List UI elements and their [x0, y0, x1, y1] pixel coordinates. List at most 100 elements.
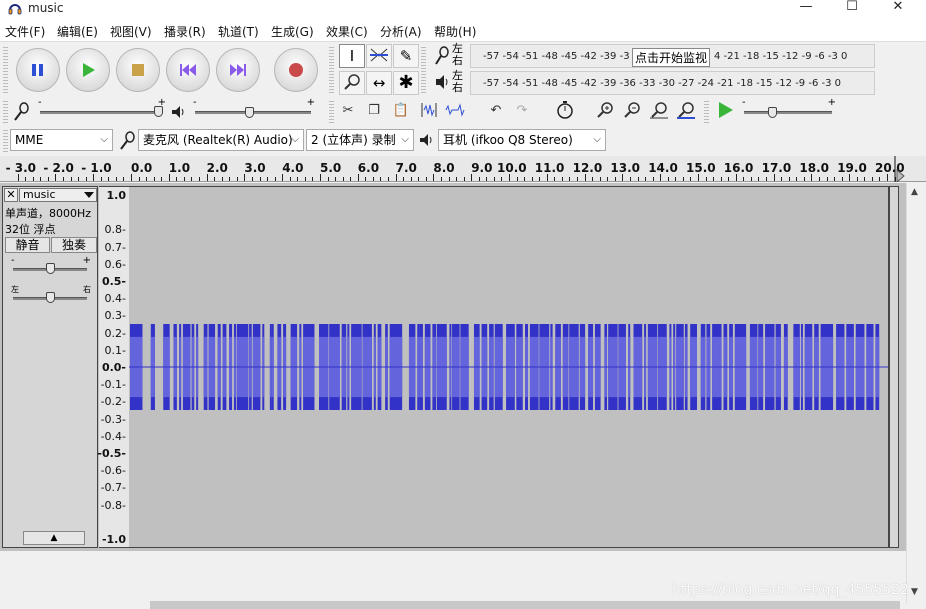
scroll-up-arrow-icon[interactable]: ▲ — [911, 187, 918, 197]
solo-button[interactable]: 独奏 — [51, 237, 97, 253]
menu-analyze[interactable]: 分析(A) — [380, 23, 422, 40]
zoom-out-button[interactable] — [619, 100, 645, 124]
menu-tracks[interactable]: 轨道(T) — [218, 23, 259, 40]
recording-volume-slider[interactable]: - + — [38, 97, 166, 123]
audacity-headphones-icon — [8, 4, 22, 15]
skip-to-end-button[interactable] — [216, 48, 260, 92]
ruler-tick — [206, 174, 208, 181]
slider-thumb[interactable] — [46, 292, 55, 303]
collapse-track-button[interactable]: ▲ — [23, 531, 85, 545]
fit-project-button[interactable] — [673, 100, 699, 124]
horizontal-scrollbar[interactable] — [0, 599, 906, 609]
paste-button[interactable]: 📋 — [388, 100, 414, 124]
selection-tool[interactable]: I — [339, 44, 365, 68]
menu-edit[interactable]: 编辑(E) — [57, 23, 98, 40]
skip-to-start-button[interactable] — [166, 48, 210, 92]
ruler-tick — [781, 177, 783, 181]
record-button[interactable] — [274, 48, 318, 92]
scroll-down-arrow-icon[interactable]: ▼ — [911, 587, 918, 597]
time-shift-tool[interactable]: ↔ — [366, 71, 392, 95]
trim-button[interactable] — [416, 100, 442, 124]
track-close-button[interactable]: ✕ — [4, 188, 18, 202]
track-gain-slider[interactable]: - + — [11, 255, 91, 277]
input-device-select[interactable]: 麦克风 (Realtek(R) Audio) ⌵ — [138, 129, 304, 151]
amplitude-scale-label: -0.3- — [100, 412, 126, 426]
timeline-ruler[interactable]: - 3.0 - 2.0 - 1.0 0.0 1.0 2.0 3.0 4.0 5.0 6.0 7.0 8… — [0, 156, 926, 182]
zoom-tool[interactable] — [339, 71, 365, 95]
track-name-menu[interactable]: music — [19, 188, 97, 202]
pause-button[interactable] — [16, 48, 60, 92]
stop-button[interactable] — [116, 48, 160, 92]
skip-end-icon — [230, 64, 246, 76]
silence-button[interactable] — [442, 100, 468, 124]
ruler-label: 4.0 — [282, 161, 304, 175]
waveform-panel[interactable] — [129, 186, 889, 548]
ruler-tick — [818, 177, 820, 181]
ruler-tick — [471, 174, 473, 181]
slider-thumb[interactable] — [768, 107, 777, 118]
sync-lock-button[interactable] — [552, 100, 578, 124]
menu-view[interactable]: 视图(V) — [110, 23, 152, 40]
vertical-amplitude-scale[interactable]: 1.0 0.8- 0.7- 0.6- 0.5- 0.4- 0.3- 0.2- 0.1- 0.0- -… — [97, 186, 129, 548]
close-button[interactable]: ✕ — [875, 0, 921, 20]
toolbar-grip[interactable] — [421, 45, 426, 95]
record-meter-mic-icon[interactable] — [434, 46, 450, 66]
audio-host-select[interactable]: MME ⌵ — [10, 129, 113, 151]
slider-max-label: + — [827, 97, 836, 108]
play-meter[interactable]: -57 -54 -51 -48 -45 -42 -39 -36 -33 -30 … — [470, 71, 875, 95]
output-device-select[interactable]: 耳机 (ifkoo Q8 Stereo) ⌵ — [438, 129, 606, 151]
menu-help[interactable]: 帮助(H) — [434, 23, 476, 40]
ruler-tick — [259, 177, 261, 181]
play-button[interactable] — [66, 48, 110, 92]
amplitude-scale-label: -0.6- — [100, 464, 126, 478]
cut-button[interactable]: ✂ — [335, 100, 361, 124]
menu-generate[interactable]: 生成(G) — [271, 23, 314, 40]
menu-file[interactable]: 文件(F) — [5, 23, 45, 40]
ruler-tick — [251, 177, 253, 181]
ruler-tick — [131, 174, 132, 181]
ruler-tick — [622, 174, 624, 181]
record-meter[interactable]: -57 -54 -51 -48 -45 -42 -39 -3 点击开始监视 4 … — [470, 44, 875, 68]
toolbar-grip[interactable] — [704, 99, 709, 125]
ruler-tick — [380, 177, 382, 181]
playback-volume-slider[interactable]: - + — [193, 97, 315, 123]
fit-selection-button[interactable] — [646, 100, 672, 124]
toolbar-grip[interactable] — [3, 99, 8, 125]
slider-thumb[interactable] — [154, 106, 163, 117]
input-channels-select[interactable]: 2 (立体声) 录制 ⌵ — [306, 129, 414, 151]
toolbar-grip[interactable] — [3, 45, 8, 95]
ruler-tick — [440, 177, 442, 181]
slider-thumb[interactable] — [46, 263, 55, 274]
mute-button[interactable]: 静音 — [5, 237, 50, 253]
zoom-out-icon — [624, 102, 640, 118]
menu-transport[interactable]: 播录(R) — [164, 23, 206, 40]
draw-tool[interactable]: ✎ — [393, 44, 419, 68]
ruler-label: 2.0 — [206, 161, 228, 175]
play-at-speed-button[interactable] — [712, 100, 738, 124]
horizontal-scroll-thumb[interactable] — [150, 601, 900, 609]
playback-volume-speaker-icon — [172, 106, 184, 118]
multi-tool[interactable]: ✱ — [393, 71, 419, 95]
menu-effect[interactable]: 效果(C) — [326, 23, 368, 40]
redo-button[interactable]: ↷ — [509, 100, 535, 124]
slider-thumb[interactable] — [245, 107, 254, 118]
copy-button[interactable]: ❐ — [361, 100, 387, 124]
playback-speed-slider[interactable]: - + — [742, 97, 836, 123]
toolbar-grip[interactable] — [329, 99, 334, 125]
undo-button[interactable]: ↶ — [483, 100, 509, 124]
minimize-button[interactable]: — — [783, 0, 829, 20]
toolbar-grip[interactable] — [329, 45, 334, 95]
stop-icon — [132, 64, 144, 76]
ruler-tick — [463, 177, 465, 181]
vertical-scrollbar[interactable]: ▲ ▼ — [906, 183, 926, 603]
zoom-in-button[interactable] — [592, 100, 618, 124]
maximize-button[interactable]: ☐ — [829, 0, 875, 20]
track-pan-slider[interactable]: 左 右 — [11, 285, 91, 306]
playhead-marker-icon[interactable] — [891, 156, 907, 182]
play-meter-speaker-icon[interactable] — [434, 72, 450, 92]
slider-track — [40, 111, 162, 114]
track-control-panel[interactable]: ✕ music 单声道，8000Hz 32位 浮点 静音 独奏 - + 左 右 … — [2, 186, 98, 548]
ruler-tick — [70, 177, 72, 181]
envelope-tool[interactable] — [366, 44, 392, 68]
toolbar-grip[interactable] — [3, 128, 8, 152]
